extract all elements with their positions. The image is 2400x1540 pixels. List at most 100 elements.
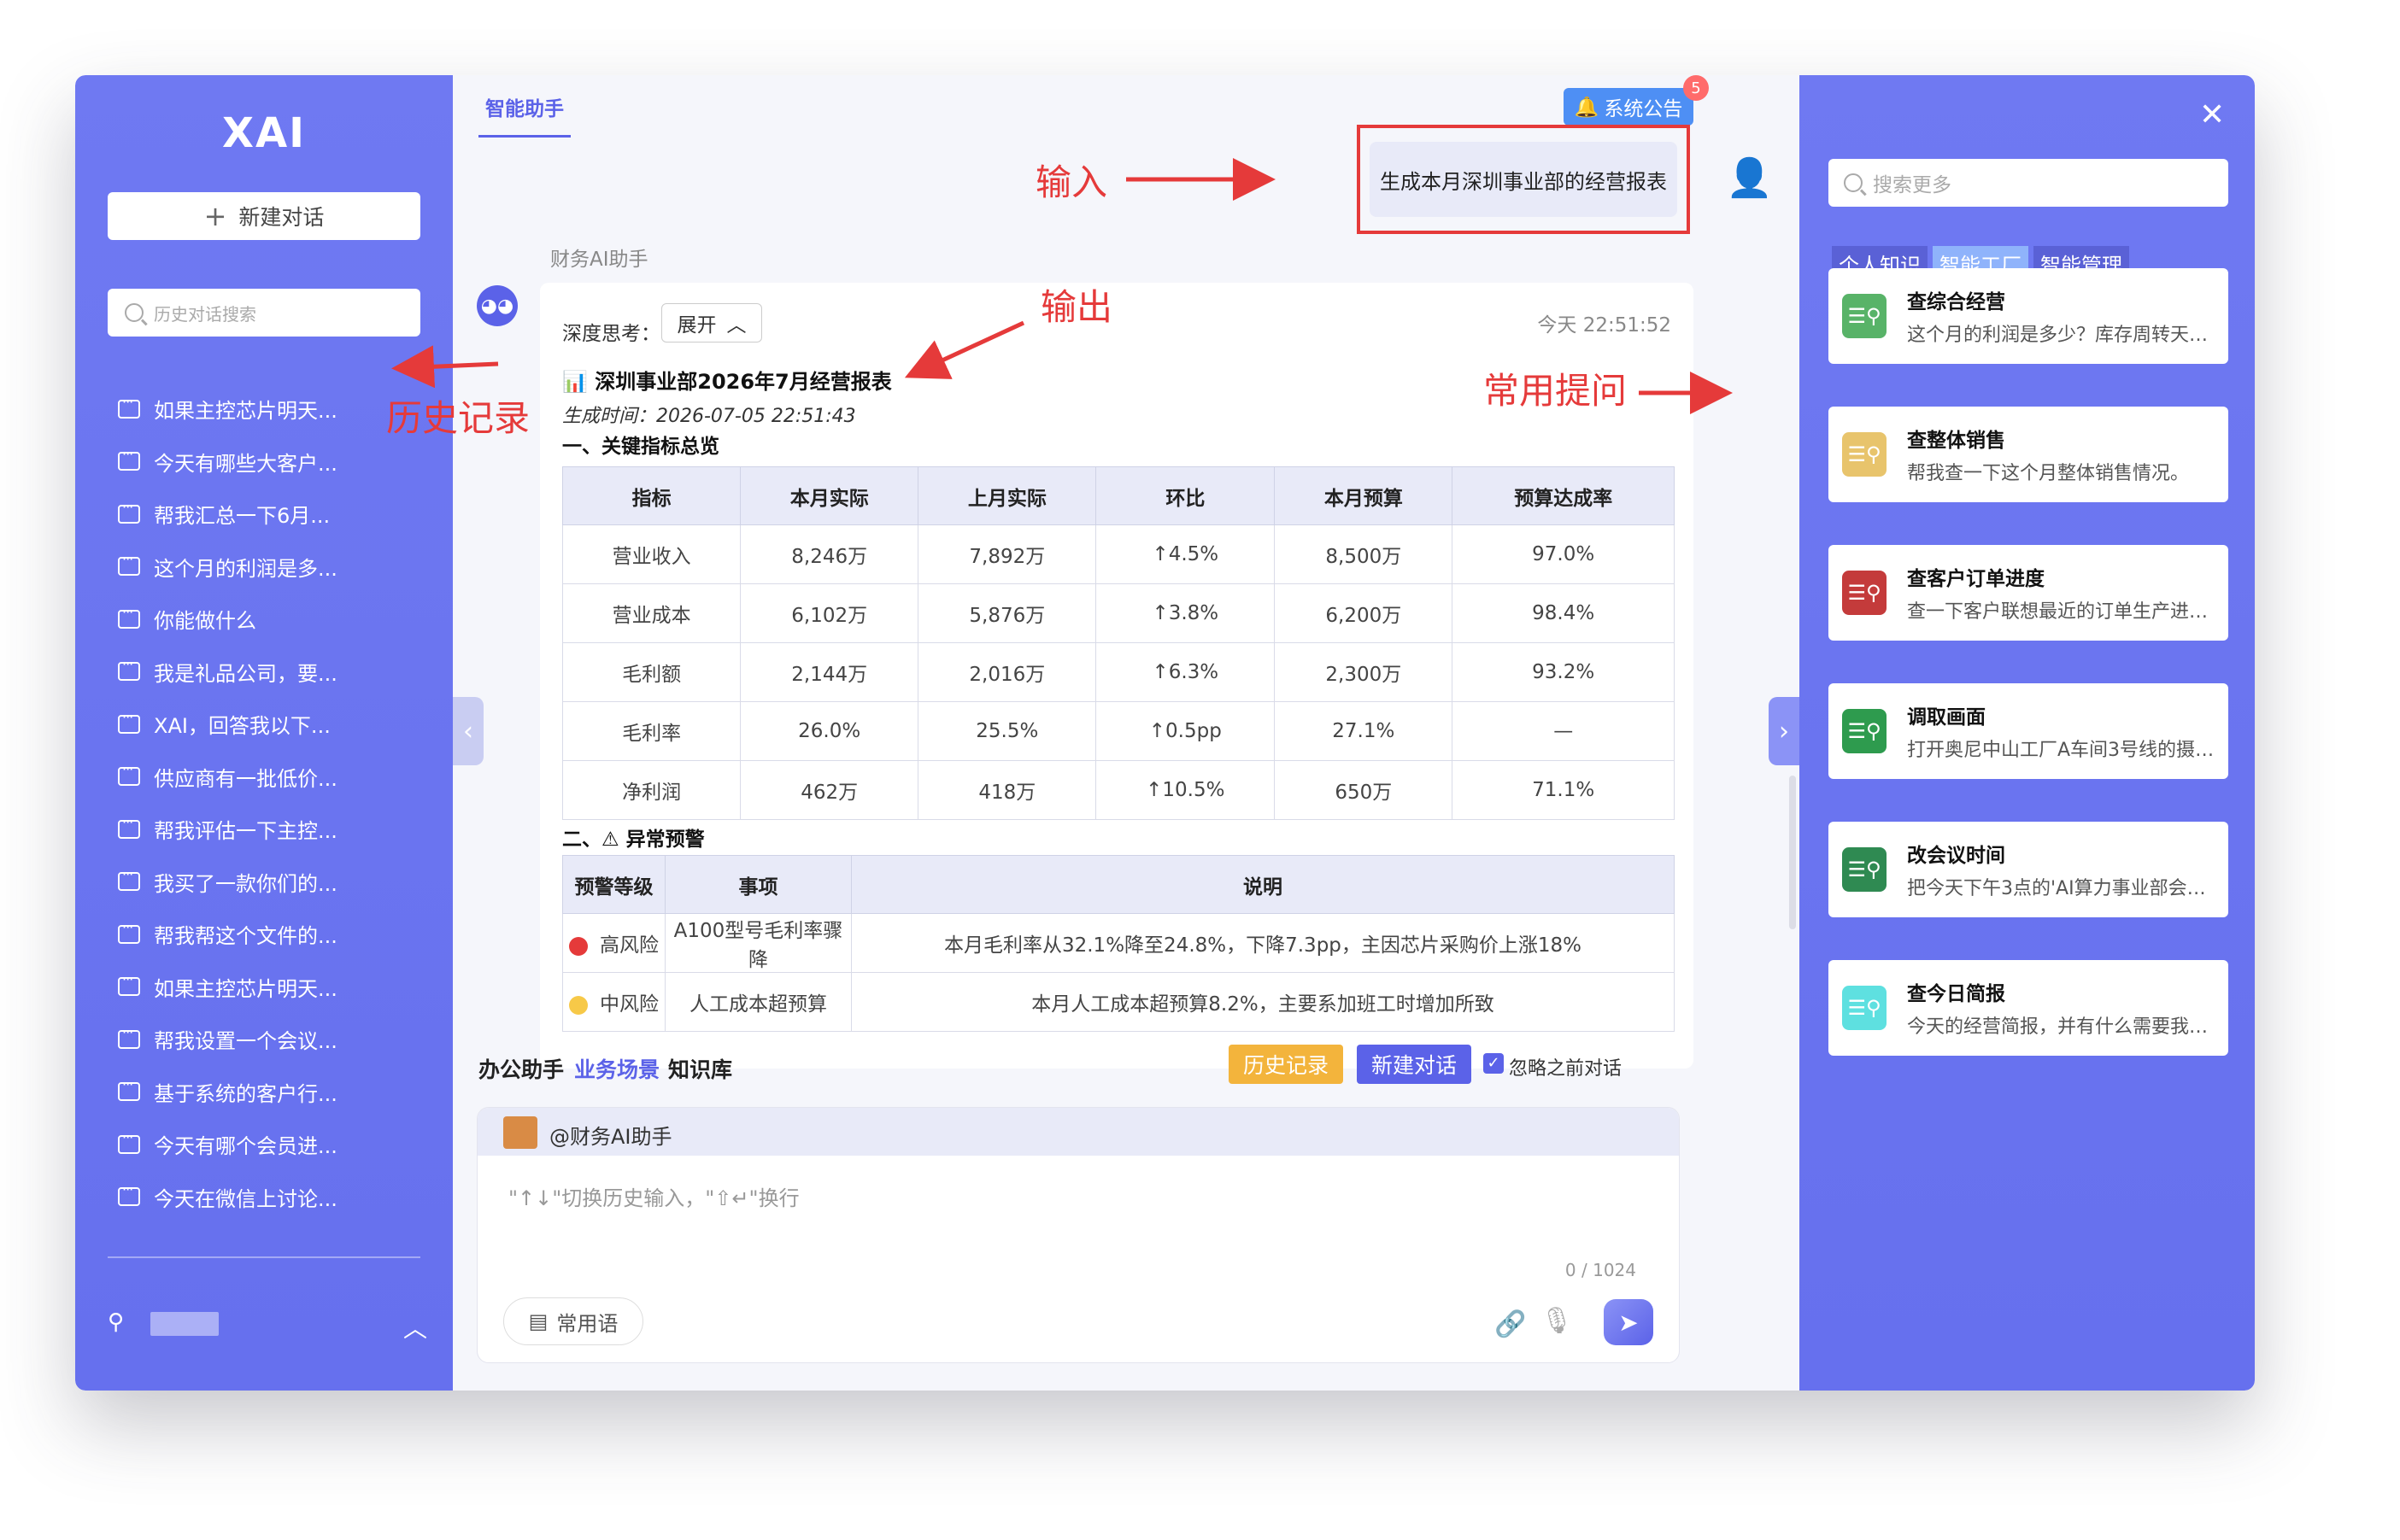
search-doc-icon: ☰⚲ [1842, 294, 1887, 338]
table-cell: 6,102万 [740, 583, 919, 643]
table-cell: ↑10.5% [1095, 760, 1276, 820]
expand-button[interactable]: 展开 ︿ [661, 303, 762, 343]
common-phrases-label: 常用语 [556, 1311, 619, 1336]
tab-knowledge-base[interactable]: 知识库 [668, 1053, 732, 1084]
history-item[interactable]: 帮我帮这个文件的... [118, 908, 425, 961]
question-card[interactable]: ☰⚲ 查今日简报今天的经营简报，并有什么需要我关注的? [1828, 960, 2228, 1056]
table-cell: 毛利率 [561, 701, 742, 761]
history-item[interactable]: 今天有哪些大客户... [118, 436, 425, 489]
question-card[interactable]: ☰⚲ 调取画面打开奥尼中山工厂A车间3号线的摄像头。 [1828, 683, 2228, 779]
table-header-cell: 本月预算 [1274, 466, 1453, 525]
question-card[interactable]: ☰⚲ 查综合经营这个月的利润是多少？库存周转天数怎么... [1828, 268, 2228, 364]
table-header-cell: 说明 [851, 855, 1675, 914]
chat-icon [118, 709, 140, 734]
history-item[interactable]: 你能做什么 [118, 593, 425, 646]
alert-desc-cell: 本月人工成本超预算8.2%，主要系加班工时增加所致 [851, 972, 1675, 1032]
history-item[interactable]: 我买了一款你们的... [118, 856, 425, 909]
microphone-icon[interactable]: 🎙 [1540, 1306, 1573, 1336]
table-cell: 8,500万 [1274, 524, 1453, 584]
common-phrases-button[interactable]: ▤ 常用语 [503, 1297, 643, 1345]
history-item-label: 基于系统的客户行... [154, 1081, 337, 1106]
comment-icon: ▤ [528, 1309, 549, 1333]
card-title: 查今日简报 [1907, 983, 2005, 1005]
history-item-label: 供应商有一批低价... [154, 766, 337, 791]
new-chat-button[interactable]: + 新建对话 [108, 192, 420, 240]
send-button[interactable]: ➤ [1604, 1299, 1653, 1345]
user-icon: ⚲ [108, 1309, 125, 1335]
right-search-input[interactable]: 搜索更多 [1828, 159, 2228, 207]
new-conversation-button[interactable]: 新建对话 [1357, 1045, 1471, 1084]
card-title: 查客户订单进度 [1907, 568, 2045, 590]
history-item[interactable]: 基于系统的客户行... [118, 1066, 425, 1119]
bot-name: 财务AI助手 [550, 249, 648, 271]
history-search-input[interactable]: 历史对话搜索 [108, 289, 420, 337]
tab-smart-assistant[interactable]: 智能助手 [485, 92, 564, 121]
history-item[interactable]: XAI，回答我以下... [118, 698, 425, 751]
chat-icon [118, 499, 140, 524]
table-cell: 26.0% [740, 701, 919, 761]
table-header-cell: 预警等级 [562, 855, 666, 914]
collapse-right-button[interactable]: › [1769, 697, 1799, 765]
table-cell: — [1452, 701, 1675, 761]
question-card[interactable]: ☰⚲ 改会议时间把今天下午3点的'AI算力事业部会议'推迟... [1828, 822, 2228, 917]
assistant-avatar [503, 1116, 537, 1149]
message-input-area[interactable]: @财务AI助手 "↑↓"切换历史输入，"⇧↵"换行 0 / 1024 ▤ 常用语… [477, 1107, 1680, 1363]
question-card[interactable]: ☰⚲ 查整体销售 帮我查一下这个月整体销售情况。 [1828, 407, 2228, 502]
history-item[interactable]: 这个月的利润是多... [118, 541, 425, 594]
attachment-icon[interactable]: 🔗 [1494, 1309, 1526, 1339]
history-item[interactable]: 今天在微信上讨论... [118, 1171, 425, 1224]
alert-table: 预警等级 事项 说明 高风险 A100型号毛利率骤降 本月毛利率从32.1%降至24.8… [562, 855, 1675, 1032]
system-notice-button[interactable]: 🔔 系统公告 [1564, 88, 1693, 126]
history-list: 如果主控芯片明天... 今天有哪些大客户... 帮我汇总一下6月... 这个月的利润是… [118, 383, 425, 1237]
section-alert-title: 二、⚠ 异常预警 [562, 829, 705, 851]
chat-icon [118, 551, 140, 577]
message-time: 今天 22:51:52 [1537, 314, 1671, 337]
search-doc-icon: ☰⚲ [1842, 571, 1887, 615]
message-input-placeholder[interactable]: "↑↓"切换历史输入，"⇧↵"换行 [508, 1181, 800, 1211]
history-item[interactable]: 帮我评估一下主控... [118, 803, 425, 856]
new-chat-label: 新建对话 [238, 205, 325, 230]
username-redacted[interactable] [150, 1312, 219, 1336]
table-header-cell: 事项 [665, 855, 852, 914]
close-icon[interactable]: ✕ [2199, 97, 2225, 132]
search-doc-icon: ☰⚲ [1842, 709, 1887, 753]
annotation-history: 历史记录 [386, 397, 531, 439]
chat-icon [118, 919, 140, 944]
history-item[interactable]: 供应商有一批低价... [118, 751, 425, 804]
plus-icon: + [203, 200, 227, 232]
chevron-up-icon[interactable]: ︿ [403, 1310, 427, 1344]
question-card[interactable]: ☰⚲ 查客户订单进度查一下客户联想最近的订单生产进度和交... [1828, 545, 2228, 641]
alert-level-label: 中风险 [600, 993, 659, 1016]
chat-icon [118, 1076, 140, 1102]
collapse-left-button[interactable]: ‹ [453, 697, 484, 765]
history-item[interactable]: 6月份有多少订单 [118, 1223, 425, 1237]
tab-office-assistant[interactable]: 办公助手 [478, 1053, 564, 1084]
chat-icon [118, 1181, 140, 1207]
history-item[interactable]: 今天有哪个会员进... [118, 1118, 425, 1171]
ignore-previous-label: 忽略之前对话 [1509, 1058, 1622, 1080]
history-item[interactable]: 我是礼品公司，要... [118, 646, 425, 699]
ignore-checkbox[interactable]: ✓ [1483, 1053, 1504, 1074]
history-item-label: 这个月的利润是多... [154, 556, 337, 581]
bell-icon: 🔔 [1574, 96, 1599, 119]
table-cell: 71.1% [1452, 760, 1675, 820]
table-cell: 650万 [1274, 760, 1453, 820]
search-icon [1844, 173, 1863, 192]
table-header-cell: 指标 [561, 466, 742, 525]
history-item[interactable]: 帮我设置一个会议... [118, 1013, 425, 1066]
table-header-cell: 预算达成率 [1452, 466, 1675, 525]
history-button[interactable]: 历史记录 [1229, 1045, 1343, 1084]
table-cell: 5,876万 [918, 583, 1097, 643]
card-desc: 帮我查一下这个月整体销售情况。 [1907, 463, 2190, 484]
chat-scrollbar[interactable] [1789, 776, 1796, 929]
alert-level-cell: 高风险 [562, 913, 666, 973]
table-cell: 6,200万 [1274, 583, 1453, 643]
history-item[interactable]: 帮我汇总一下6月... [118, 488, 425, 541]
history-item[interactable]: 如果主控芯片明天... [118, 383, 425, 436]
alert-table-header: 预警等级 事项 说明 [562, 855, 1675, 914]
report-title-text: 深圳事业部2026年7月经营报表 [595, 370, 892, 394]
history-item-label: 帮我设置一个会议... [154, 1029, 337, 1054]
kpi-table-header: 指标 本月实际 上月实际 环比 本月预算 预算达成率 [561, 466, 1675, 525]
tab-business-scenario[interactable]: 业务场景 [574, 1053, 660, 1084]
history-item[interactable]: 如果主控芯片明天... [118, 961, 425, 1014]
